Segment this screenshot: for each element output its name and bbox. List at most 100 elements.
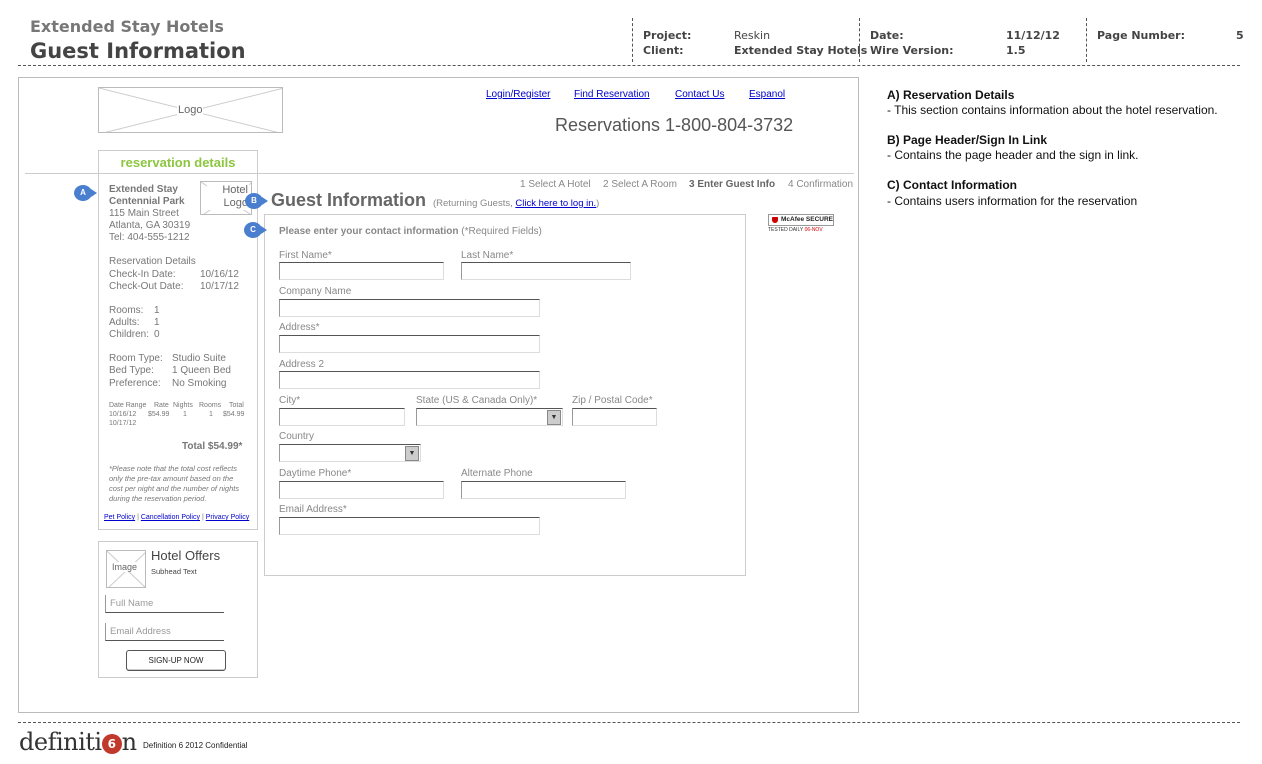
note-a-heading: A) Reservation Details	[887, 88, 1015, 102]
email-label: Email Address*	[279, 504, 347, 515]
offers-email-input[interactable]: Email Address	[105, 623, 224, 641]
offers-title: Hotel Offers	[151, 548, 221, 563]
step-confirmation: 4 Confirmation	[788, 179, 854, 190]
address-label: Address*	[279, 322, 320, 333]
mcafee-secure-badge[interactable]: McAfee SECURE TESTED DAILY 06-NOV	[768, 214, 834, 236]
annotation-badge-b: B	[245, 193, 268, 209]
returning-guests-prefix: (Returning Guests,	[433, 198, 516, 209]
site-logo-placeholder[interactable]: Logo	[98, 87, 283, 133]
wire-version-value: 1.5	[1006, 44, 1026, 57]
signup-now-button[interactable]: SIGN-UP NOW	[126, 650, 226, 671]
table-header-date: Date Range	[109, 402, 147, 409]
client-value: Extended Stay Hotels	[734, 44, 868, 57]
hotel-address-2: Atlanta, GA 30319	[109, 220, 191, 231]
hotel-name-2: Centennial Park	[109, 196, 185, 207]
zip-label: Zip / Postal Code*	[572, 395, 653, 406]
preference-value: No Smoking	[172, 378, 227, 389]
project-value: Reskin	[734, 29, 771, 42]
login-register-link[interactable]: Login/Register	[486, 89, 550, 100]
table-cell-total: $54.99	[223, 411, 245, 418]
mcafee-tested: TESTED DAILY 06-NOV	[768, 227, 834, 233]
mcafee-tested-label: TESTED DAILY	[768, 227, 804, 233]
city-input[interactable]	[279, 408, 405, 426]
address2-input[interactable]	[279, 371, 540, 389]
header-divider	[859, 18, 860, 62]
table-header-total: Total	[229, 402, 244, 409]
state-select[interactable]: ▼	[416, 408, 563, 426]
returning-guests-text: (Returning Guests, Click here to log in.…	[433, 198, 599, 209]
last-name-label: Last Name*	[461, 250, 514, 261]
pet-policy-link[interactable]: Pet Policy	[104, 514, 135, 521]
table-cell-nights: 1	[183, 411, 187, 418]
daytime-phone-input[interactable]	[279, 481, 444, 499]
children-label: Children:	[109, 329, 150, 340]
date-label: Date:	[870, 29, 904, 42]
espanol-link[interactable]: Espanol	[749, 89, 785, 100]
last-name-input[interactable]	[461, 262, 631, 280]
company-name-label: Company Name	[279, 286, 352, 297]
sidebar-title: reservation details	[120, 155, 236, 170]
step-enter-guest-info: 3 Enter Guest Info	[689, 179, 776, 190]
bed-type-label: Bed Type:	[109, 365, 154, 376]
table-header-nights: Nights	[173, 402, 193, 409]
form-intro-text: Please enter your contact information	[279, 226, 459, 237]
hotel-logo-label: Hotel Logo	[207, 184, 249, 210]
annotation-badge-a: A	[74, 185, 97, 201]
contact-us-link[interactable]: Contact Us	[675, 89, 724, 100]
checkout-label: Check-Out Date:	[109, 281, 184, 292]
policy-links: Pet Policy | Cancellation Policy | Priva…	[104, 514, 250, 521]
reservation-total: Total $54.99*	[182, 441, 243, 452]
country-label: Country	[279, 431, 315, 442]
privacy-policy-link[interactable]: Privacy Policy	[206, 514, 250, 521]
mcafee-tested-date: 06-NOV	[804, 227, 823, 233]
address-input[interactable]	[279, 335, 540, 353]
preference-label: Preference:	[109, 378, 161, 389]
hotel-address: 115 Main Street	[109, 208, 179, 219]
login-link[interactable]: Click here to log in.	[515, 198, 596, 209]
note-c-heading: C) Contact Information	[887, 178, 1017, 192]
find-reservation-link[interactable]: Find Reservation	[574, 89, 650, 100]
reservations-phone: Reservations 1-800-804-3732	[555, 115, 794, 135]
header-divider	[1086, 18, 1087, 62]
bed-type-value: 1 Queen Bed	[172, 365, 231, 376]
alternate-phone-label: Alternate Phone	[461, 468, 533, 479]
company-name-input[interactable]	[279, 299, 540, 317]
rooms-value: 1	[154, 305, 160, 316]
room-type-value: Studio Suite	[172, 353, 226, 364]
city-label: City*	[279, 395, 301, 406]
note-c-body: - Contains users information for the res…	[887, 194, 1138, 208]
wire-version-label: Wire Version:	[870, 44, 954, 57]
disclaimer: during the reservation period.	[109, 494, 207, 503]
offer-image-placeholder: Image	[106, 550, 146, 588]
country-select[interactable]: ▼	[279, 444, 421, 462]
offers-subhead: Subhead Text	[151, 567, 197, 576]
disclaimer: cost per night and the number of nights	[109, 484, 240, 493]
step-select-hotel: 1 Select A Hotel	[520, 179, 591, 190]
hotel-logo-placeholder: Hotel Logo	[200, 181, 252, 215]
alternate-phone-input[interactable]	[461, 481, 626, 499]
zip-input[interactable]	[572, 408, 657, 426]
daytime-phone-label: Daytime Phone*	[279, 468, 352, 479]
children-value: 0	[154, 329, 160, 340]
state-label: State (US & Canada Only)*	[416, 395, 538, 406]
email-input[interactable]	[279, 517, 540, 535]
definition6-logo: definiti 6 n	[19, 728, 137, 756]
address2-label: Address 2	[279, 359, 325, 370]
first-name-input[interactable]	[279, 262, 444, 280]
confidential-notice: Definition 6 2012 Confidential	[143, 741, 248, 750]
cancellation-policy-link[interactable]: Cancellation Policy	[141, 514, 200, 521]
logo-label: Logo	[177, 104, 204, 116]
mcafee-label: McAfee SECURE	[781, 216, 834, 223]
offers-full-name-input[interactable]: Full Name	[105, 595, 224, 613]
offer-image-label: Image	[111, 562, 139, 572]
note-b-body: - Contains the page header and the sign …	[887, 148, 1139, 162]
dropdown-arrow-icon: ▼	[547, 410, 561, 425]
table-header-rate: Rate	[154, 402, 169, 409]
footer-rule	[18, 722, 1240, 723]
guest-information-heading: Guest Information	[271, 190, 427, 210]
reservation-details-heading: Reservation Details	[109, 256, 196, 267]
step-select-room: 2 Select A Room	[603, 179, 677, 190]
disclaimer: only the pre-tax amount based on the	[109, 474, 234, 483]
logo-text: definiti	[19, 728, 102, 756]
header-divider	[632, 18, 633, 62]
